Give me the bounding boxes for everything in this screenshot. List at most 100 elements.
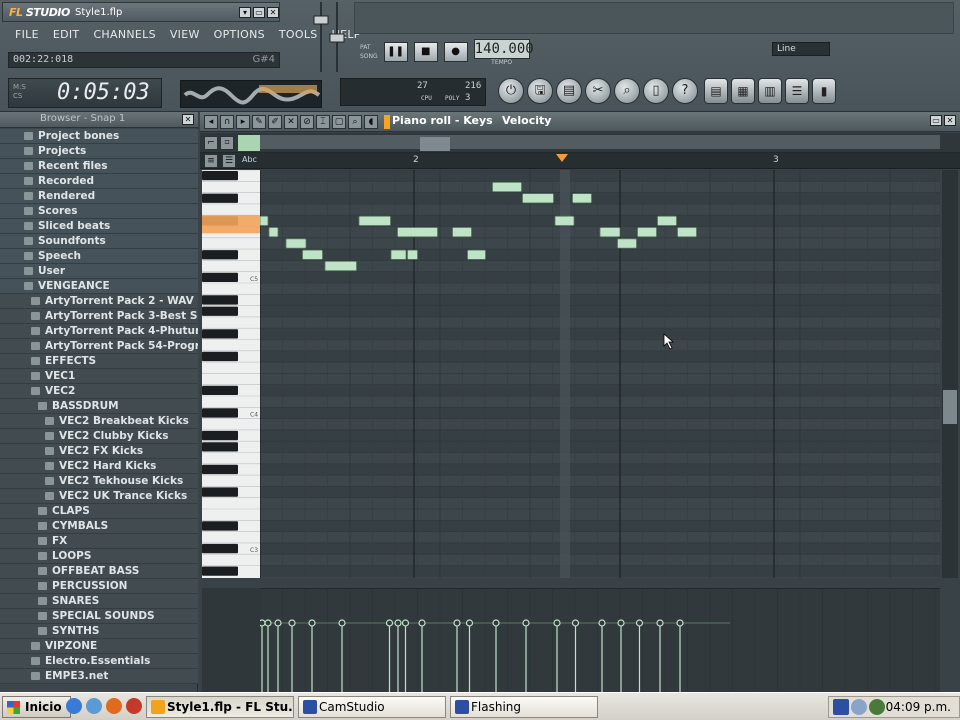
mute-icon[interactable]: ⊘ (300, 115, 314, 129)
show-desktop-icon[interactable] (86, 698, 102, 714)
note[interactable] (302, 249, 323, 260)
internet-explorer-icon[interactable] (66, 698, 82, 714)
browser-item[interactable]: LOOPS (0, 549, 198, 564)
quick-launch-app-icon[interactable] (126, 698, 142, 714)
pattern-mode-label[interactable]: PAT (360, 44, 378, 51)
browser-item[interactable]: CYMBALS (0, 519, 198, 534)
velocity-handle[interactable] (338, 619, 346, 627)
note[interactable] (390, 249, 407, 260)
piano-roll-close-button[interactable]: ✕ (944, 115, 956, 126)
zoom-icon[interactable]: ⌕ (348, 115, 362, 129)
search-icon[interactable]: ⌕ (614, 78, 640, 104)
note[interactable] (324, 261, 357, 272)
browser-item[interactable]: Projects (0, 144, 198, 159)
piano-roll-icon[interactable]: ▥ (758, 78, 782, 104)
black-key[interactable] (202, 295, 238, 305)
speaker-icon[interactable]: ◖ (364, 115, 378, 129)
note-grid[interactable] (260, 170, 940, 578)
playlist-icon[interactable]: ▤ (704, 78, 728, 104)
browser-item[interactable]: FX (0, 534, 198, 549)
event-target-selector[interactable]: Velocity (502, 114, 551, 127)
note[interactable] (358, 215, 391, 226)
piano-roll-title[interactable]: Piano roll - Keys (392, 114, 493, 127)
black-key[interactable] (202, 385, 238, 395)
velocity-handle[interactable] (308, 619, 316, 627)
browser-item[interactable]: PERCUSSION (0, 579, 198, 594)
browser-item[interactable]: Sliced beats (0, 219, 198, 234)
browser-item[interactable]: CLAPS (0, 504, 198, 519)
note[interactable] (260, 215, 269, 226)
black-key[interactable] (202, 193, 238, 203)
black-key[interactable] (202, 329, 238, 339)
note[interactable] (599, 227, 621, 238)
browser-item[interactable]: Scores (0, 204, 198, 219)
vertical-scrollbar[interactable] (942, 170, 958, 578)
browser-item[interactable]: VEC2 Breakbeat Kicks (0, 414, 198, 429)
note[interactable] (554, 215, 575, 226)
menu-options[interactable]: OPTIONS (207, 26, 272, 46)
menu-view[interactable]: VIEW (163, 26, 207, 46)
note[interactable] (397, 227, 438, 238)
tray-app-icon[interactable] (833, 699, 849, 715)
scroll-track[interactable] (260, 135, 940, 151)
browser-item[interactable]: VEC2 Tekhouse Kicks (0, 474, 198, 489)
velocity-handle[interactable] (635, 619, 644, 627)
velocity-handle[interactable] (401, 619, 410, 627)
velocity-lane[interactable] (258, 588, 940, 693)
piano-roll-detach-button[interactable]: ▭ (930, 115, 942, 126)
velocity-handle[interactable] (465, 619, 474, 627)
black-key[interactable] (202, 487, 238, 497)
start-button[interactable]: Inicio (2, 696, 71, 718)
velocity-handle[interactable] (453, 619, 461, 627)
browser-item[interactable]: VEC2 (0, 384, 198, 399)
menu-edit[interactable]: EDIT (46, 26, 87, 46)
velocity-handle[interactable] (598, 619, 606, 627)
velocity-handle[interactable] (571, 619, 580, 627)
velocity-handle[interactable] (264, 619, 272, 627)
list-icon[interactable]: ☰ (222, 154, 236, 168)
black-key[interactable] (202, 408, 238, 418)
browser-item[interactable]: VEC1 (0, 369, 198, 384)
firefox-icon[interactable] (106, 698, 122, 714)
black-key[interactable] (202, 543, 238, 554)
bar-ruler[interactable]: ≡ ☰ Abc 2 3 (200, 153, 960, 169)
browser-item[interactable]: VEC2 Hard Kicks (0, 459, 198, 474)
mixer-icon[interactable]: ▮ (812, 78, 836, 104)
menu-file[interactable]: FILE (8, 26, 46, 46)
velocity-handle[interactable] (258, 619, 266, 627)
note[interactable] (407, 249, 418, 260)
black-key[interactable] (202, 171, 238, 181)
delete-icon[interactable]: ✕ (284, 115, 298, 129)
document-icon[interactable]: ▯ (643, 78, 669, 104)
pattern-icon[interactable]: ≡ (204, 154, 218, 168)
velocity-handle[interactable] (288, 619, 296, 627)
song-time-display[interactable]: M:S CS 0:05:03 (8, 78, 162, 108)
song-mode-label[interactable]: SONG (360, 53, 378, 60)
piano-keyboard[interactable]: C5 C4 C3 (202, 170, 260, 578)
snap-icon[interactable]: ⌐ (204, 136, 218, 150)
browser-item[interactable]: Rendered (0, 189, 198, 204)
black-key[interactable] (202, 272, 238, 282)
note[interactable] (285, 238, 307, 249)
pause-button[interactable]: ❚❚ (383, 42, 408, 62)
piano-keys-graphic[interactable]: C5 C4 C3 (202, 170, 260, 578)
select-icon[interactable]: ▢ (332, 115, 346, 129)
black-key[interactable] (202, 464, 238, 475)
stamp-icon[interactable]: ⌗ (220, 136, 234, 150)
vertical-scroll-thumb[interactable] (943, 390, 957, 424)
pencil-icon[interactable]: ✎ (252, 115, 266, 129)
power-icon[interactable]: ⏻ (498, 78, 524, 104)
cut-icon[interactable]: ✂ (585, 78, 611, 104)
browser-item[interactable]: VIPZONE (0, 639, 198, 654)
magnet-icon[interactable]: ∩ (220, 115, 234, 129)
browser-item[interactable]: BASSDRUM (0, 399, 198, 414)
note[interactable] (522, 193, 554, 204)
note[interactable] (452, 227, 472, 238)
note[interactable] (637, 227, 657, 238)
black-key[interactable] (202, 250, 238, 260)
note[interactable] (268, 227, 279, 238)
brush-icon[interactable]: ✐ (268, 115, 282, 129)
stop-button[interactable]: ■ (413, 42, 438, 62)
black-key[interactable] (202, 442, 238, 452)
snap-select[interactable]: Line (772, 42, 830, 56)
